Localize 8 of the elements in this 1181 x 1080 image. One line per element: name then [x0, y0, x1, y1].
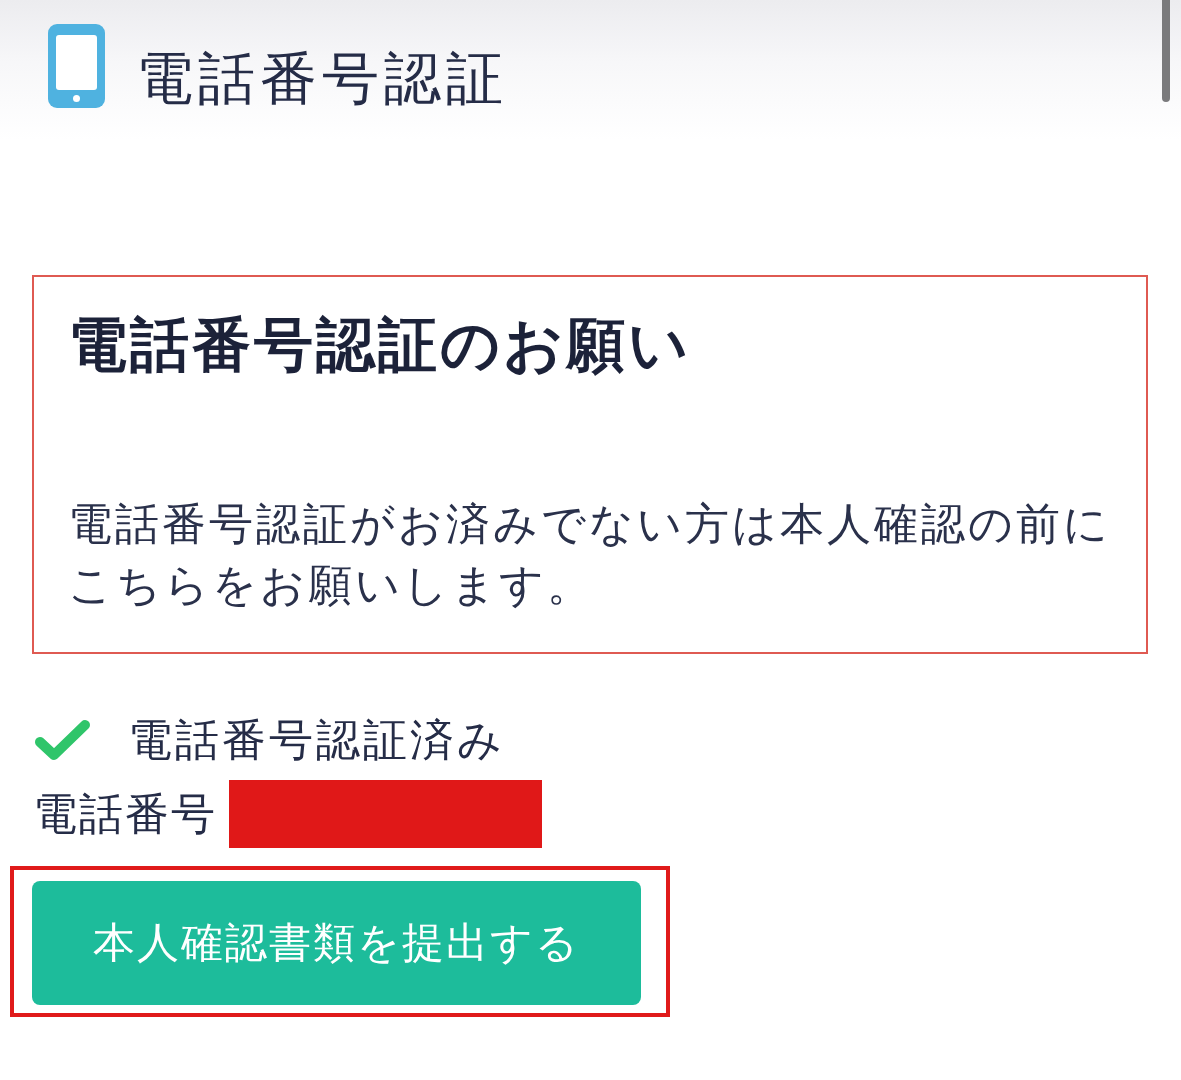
scrollbar-thumb[interactable] [1162, 0, 1170, 102]
smartphone-icon [48, 24, 105, 108]
notice-text: 電話番号認証がお済みでない方は本人確認の前にこちらをお願いします。 [68, 497, 1112, 612]
submit-documents-button[interactable]: 本人確認書類を提出する [32, 881, 641, 1005]
page-title: 電話番号認証 [136, 44, 508, 113]
notice-title: 電話番号認証のお願い [68, 309, 692, 381]
verified-status-text: 電話番号認証済み [128, 713, 505, 767]
phone-number-label: 電話番号 [33, 787, 217, 841]
